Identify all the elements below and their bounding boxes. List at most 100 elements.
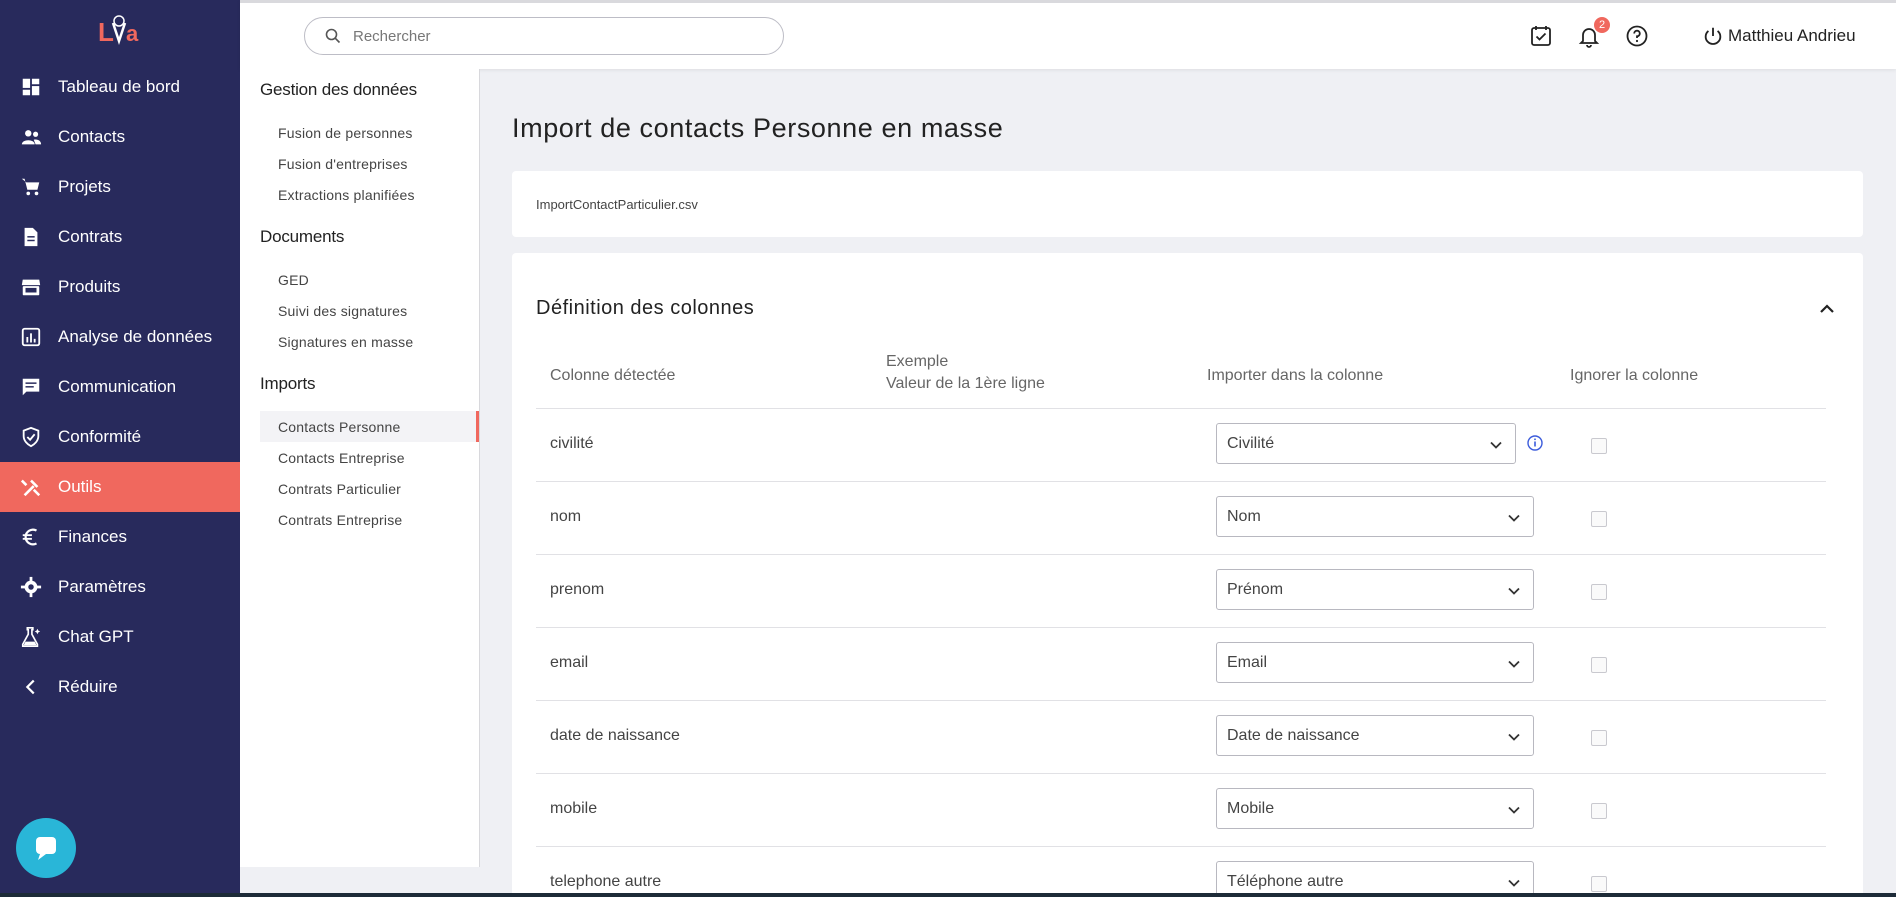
target-column-select[interactable]: Téléphone autre	[1216, 861, 1534, 897]
ignore-column-checkbox[interactable]	[1591, 511, 1607, 527]
table-row: nom Nom	[536, 482, 1826, 555]
chat-support-button[interactable]	[16, 818, 76, 878]
sidebar-item-label: Analyse de données	[58, 327, 213, 346]
ignore-column-checkbox[interactable]	[1591, 657, 1607, 673]
target-column-select[interactable]: Nom	[1216, 496, 1534, 537]
table-row: email Email	[536, 628, 1826, 701]
detected-column-name: mobile	[550, 800, 598, 817]
column-definition-card: Définition des colonnes Colonne détectée…	[512, 253, 1863, 897]
select-value: Mobile	[1227, 799, 1275, 817]
help-button[interactable]	[1624, 23, 1650, 49]
submenu-item[interactable]: GED	[240, 264, 479, 295]
sidebar-item-label: Contrats	[58, 227, 123, 246]
ignore-column-checkbox[interactable]	[1591, 803, 1607, 819]
submenu-item[interactable]: Contacts Personne	[260, 411, 479, 442]
ignore-column-checkbox[interactable]	[1591, 584, 1607, 600]
sidebar-item-analyse-de-donnees[interactable]: Analyse de données	[0, 312, 240, 362]
sidebar-item-conformite[interactable]: Conformité	[0, 412, 240, 462]
ignore-column-checkbox[interactable]	[1591, 438, 1607, 454]
select-value: Date de naissance	[1227, 726, 1360, 744]
table-row: prenom Prénom	[536, 555, 1826, 628]
sidebar-item-label: Contacts	[58, 127, 126, 146]
message-icon	[20, 376, 42, 398]
detected-column-name: email	[550, 654, 589, 671]
chevron-down-icon	[1508, 806, 1520, 814]
sidebar-item-label: Conformité	[58, 427, 142, 446]
detected-column-name: telephone autre	[550, 873, 662, 890]
file-name: ImportContactParticulier.csv	[536, 196, 698, 212]
chevron-down-icon	[1508, 587, 1520, 595]
svg-text:a: a	[126, 21, 139, 46]
target-column-select[interactable]: Mobile	[1216, 788, 1534, 829]
select-value: Téléphone autre	[1227, 872, 1344, 890]
submenu-item[interactable]: Fusion d'entreprises	[240, 148, 479, 179]
ignore-column-checkbox[interactable]	[1591, 876, 1607, 892]
bottom-strip	[0, 893, 1896, 897]
shield-icon	[20, 426, 42, 448]
search-box[interactable]	[304, 17, 784, 55]
detected-column-name: prenom	[550, 581, 605, 598]
chevron-down-icon	[1508, 660, 1520, 668]
sidebar-item-projets[interactable]: Projets	[0, 162, 240, 212]
target-column-select[interactable]: Date de naissance	[1216, 715, 1534, 756]
submenu-item[interactable]: Extractions planifiées	[240, 179, 479, 210]
power-icon	[1704, 27, 1722, 45]
header-ignore: Ignorer la colonne	[1570, 367, 1699, 384]
target-column-select[interactable]: Prénom	[1216, 569, 1534, 610]
ignore-column-checkbox[interactable]	[1591, 730, 1607, 746]
file-card: ImportContactParticulier.csv	[512, 171, 1863, 237]
sidebar-item-outils[interactable]: Outils	[0, 462, 240, 512]
sidebar-item-finances[interactable]: Finances	[0, 512, 240, 562]
document-icon	[20, 226, 42, 248]
submenu-item[interactable]: Contrats Particulier	[240, 473, 479, 504]
submenu-item[interactable]: Fusion de personnes	[240, 117, 479, 148]
notification-badge: 2	[1594, 17, 1610, 33]
submenu-item[interactable]: Contacts Entreprise	[240, 442, 479, 473]
header-example-line2: Valeur de la 1ère ligne	[886, 375, 1045, 392]
sidebar-item-label: Projets	[58, 177, 111, 196]
select-value: Civilité	[1227, 434, 1275, 452]
submenu-item[interactable]: Contrats Entreprise	[240, 504, 479, 535]
page-title: Import de contacts Personne en masse	[512, 113, 1004, 143]
search-input[interactable]	[353, 27, 753, 45]
sidebar-item-contacts[interactable]: Contacts	[0, 112, 240, 162]
detected-column-name: civilité	[550, 435, 594, 452]
submenu-item[interactable]: Suivi des signatures	[240, 295, 479, 326]
table-row: mobile Mobile	[536, 774, 1826, 847]
sidebar-item-tableau-de-bord[interactable]: Tableau de bord	[0, 62, 240, 112]
target-column-select[interactable]: Email	[1216, 642, 1534, 683]
sidebar-item-reduire[interactable]: Réduire	[0, 662, 240, 712]
sidebar-item-chat-gpt[interactable]: Chat GPT	[0, 612, 240, 662]
chart-icon	[20, 326, 42, 348]
submenu-item[interactable]: Signatures en masse	[240, 326, 479, 357]
select-value: Prénom	[1227, 580, 1284, 598]
info-icon[interactable]	[1526, 434, 1544, 452]
chevron-up-icon[interactable]	[1817, 299, 1837, 319]
checklist-icon	[1531, 26, 1551, 46]
sidebar-item-parametres[interactable]: Paramètres	[0, 562, 240, 612]
tasks-button[interactable]	[1528, 23, 1554, 49]
chevron-down-icon	[1490, 441, 1502, 449]
table-header: Colonne détectée Exemple Valeur de la 1è…	[536, 349, 1826, 409]
target-column-select[interactable]: Civilité	[1216, 423, 1516, 464]
header-example: Exemple Valeur de la 1ère ligne	[886, 353, 1045, 393]
select-value: Email	[1227, 653, 1268, 671]
gear-icon	[20, 576, 42, 598]
chevron-left-icon	[20, 676, 42, 698]
sidebar: L a Tableau de bord Contacts Projets Contra…	[0, 0, 240, 897]
table-row: telephone autre Téléphone autre	[536, 847, 1826, 897]
select-value: Nom	[1227, 507, 1261, 525]
sidebar-item-contrats[interactable]: Contrats	[0, 212, 240, 262]
sidebar-item-communication[interactable]: Communication	[0, 362, 240, 412]
svg-text:L: L	[98, 17, 114, 47]
tools-icon	[20, 476, 42, 498]
chevron-down-icon	[1508, 733, 1520, 741]
app-logo[interactable]: L a	[0, 0, 240, 62]
user-menu[interactable]: Matthieu Andrieu	[1702, 25, 1856, 47]
chevron-down-icon	[1508, 879, 1520, 887]
header-import-into: Importer dans la colonne	[1207, 367, 1384, 384]
notifications-button[interactable]: 2	[1576, 17, 1610, 49]
sidebar-item-label: Finances	[58, 527, 127, 546]
sidebar-item-produits[interactable]: Produits	[0, 262, 240, 312]
people-icon	[20, 126, 42, 148]
